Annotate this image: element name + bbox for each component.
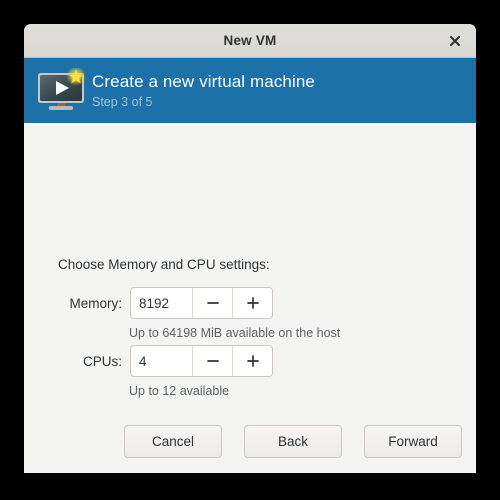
- dialog-content: Choose Memory and CPU settings: Memory:: [24, 123, 476, 473]
- plus-icon: [245, 295, 261, 311]
- new-vm-dialog: New VM Create a new virtual machine Step…: [24, 24, 476, 473]
- wizard-title: Create a new virtual machine: [92, 71, 315, 91]
- cpus-label: CPUs:: [82, 353, 122, 369]
- wizard-header: Create a new virtual machine Step 3 of 5: [24, 58, 476, 123]
- back-button[interactable]: Back: [244, 425, 342, 458]
- window-title: New VM: [223, 33, 277, 48]
- plus-icon: [245, 353, 261, 369]
- cpus-spinner[interactable]: [130, 345, 273, 377]
- cpus-decrement-button[interactable]: [192, 346, 232, 376]
- dialog-titlebar: New VM: [24, 24, 476, 58]
- wizard-step-indicator: Step 3 of 5: [92, 94, 153, 109]
- cpus-input[interactable]: [131, 346, 192, 376]
- memory-spinner[interactable]: [130, 287, 273, 319]
- cpus-field-row: CPUs:: [58, 345, 273, 377]
- dialog-action-bar: Cancel Back Forward: [24, 425, 476, 458]
- memory-increment-button[interactable]: [232, 288, 272, 318]
- minus-icon: [205, 295, 221, 311]
- memory-field-row: Memory:: [58, 287, 273, 319]
- cpus-helper-text: Up to 12 available: [129, 384, 230, 398]
- new-virtual-machine-icon: [34, 65, 90, 117]
- cpus-increment-button[interactable]: [232, 346, 272, 376]
- memory-helper-text: Up to 64198 MiB available on the host: [129, 326, 341, 340]
- wizard-header-text: Create a new virtual machine Step 3 of 5: [92, 71, 315, 111]
- close-button[interactable]: [444, 30, 466, 52]
- memory-input[interactable]: [131, 288, 192, 318]
- close-icon: [449, 35, 461, 47]
- memory-label: Memory:: [69, 295, 122, 311]
- cancel-button[interactable]: Cancel: [124, 425, 222, 458]
- forward-button[interactable]: Forward: [364, 425, 462, 458]
- memory-decrement-button[interactable]: [192, 288, 232, 318]
- minus-icon: [205, 353, 221, 369]
- intro-text: Choose Memory and CPU settings:: [58, 257, 270, 272]
